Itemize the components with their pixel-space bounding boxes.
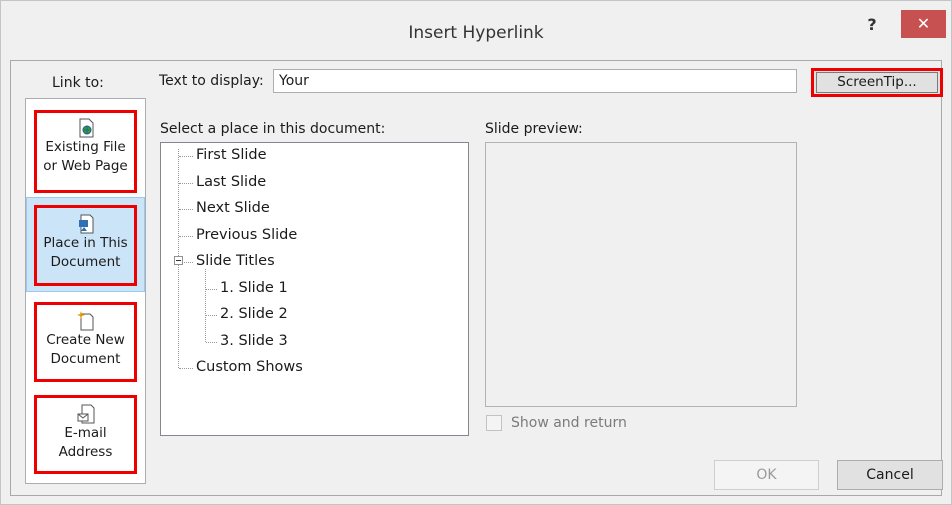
title-bar[interactable]: Insert Hyperlink ? ✕ xyxy=(1,1,951,61)
link-create-new-document-button[interactable]: Create New Document xyxy=(34,302,137,382)
tree-branch xyxy=(179,236,193,237)
slide-preview-pane xyxy=(485,142,797,407)
email-address-icon xyxy=(77,404,94,424)
tree-branch xyxy=(206,289,217,290)
show-and-return-label: Show and return xyxy=(511,415,627,431)
ok-button[interactable]: OK xyxy=(714,460,819,490)
place-in-document-icon xyxy=(78,214,93,234)
link-create-line2: Document xyxy=(50,351,121,367)
dialog-body xyxy=(10,60,942,496)
link-place-in-document-button[interactable]: Place in This Document xyxy=(34,205,137,286)
link-create-line1: Create New xyxy=(46,332,125,348)
tree-branch xyxy=(206,315,217,316)
tree-line-child xyxy=(205,269,206,342)
link-place-line2: Document xyxy=(50,254,121,270)
screentip-focus-border xyxy=(816,72,938,93)
slide-preview-label: Slide preview: xyxy=(485,121,583,137)
link-place-line1: Place in This xyxy=(43,235,128,251)
tree-item[interactable]: Next Slide xyxy=(196,200,270,216)
link-email-line1: E-mail xyxy=(64,425,107,441)
collapse-icon[interactable] xyxy=(174,256,183,265)
dialog-title: Insert Hyperlink xyxy=(408,23,544,43)
help-button[interactable]: ? xyxy=(860,15,884,37)
tree-branch xyxy=(179,209,193,210)
tree-item[interactable]: Previous Slide xyxy=(196,227,297,243)
insert-hyperlink-dialog: Insert Hyperlink ? ✕ Link to: Existing F… xyxy=(0,0,952,505)
link-existing-file-line1: Existing File xyxy=(45,139,126,155)
tree-item[interactable]: 1. Slide 1 xyxy=(220,280,288,296)
cancel-button[interactable]: Cancel xyxy=(837,460,943,490)
tree-branch xyxy=(179,183,193,184)
show-and-return-checkbox[interactable] xyxy=(486,415,502,431)
text-to-display-label: Text to display: xyxy=(159,73,264,89)
tree-branch xyxy=(206,342,217,343)
select-place-label: Select a place in this document: xyxy=(160,121,386,137)
new-document-icon xyxy=(76,311,93,331)
tree-item[interactable]: First Slide xyxy=(196,147,267,163)
tree-branch xyxy=(179,156,193,157)
tree-item[interactable]: Slide Titles xyxy=(196,253,275,269)
close-button[interactable]: ✕ xyxy=(901,10,946,38)
link-to-label: Link to: xyxy=(52,75,104,91)
link-email-address-button[interactable]: E-mail Address xyxy=(34,395,137,474)
tree-branch xyxy=(179,368,193,369)
tree-item[interactable]: Last Slide xyxy=(196,174,266,190)
screentip-button[interactable]: ScreenTip... xyxy=(811,68,943,97)
link-email-line2: Address xyxy=(58,444,113,460)
existing-file-icon xyxy=(79,118,93,138)
tree-item[interactable]: 2. Slide 2 xyxy=(220,306,288,322)
link-existing-file-button[interactable]: Existing File or Web Page xyxy=(34,110,137,193)
text-to-display-input[interactable]: Your xyxy=(273,69,797,93)
tree-branch xyxy=(184,262,193,263)
tree-item[interactable]: Custom Shows xyxy=(196,359,303,375)
tree-item[interactable]: 3. Slide 3 xyxy=(220,333,288,349)
link-existing-file-line2: or Web Page xyxy=(43,158,128,174)
